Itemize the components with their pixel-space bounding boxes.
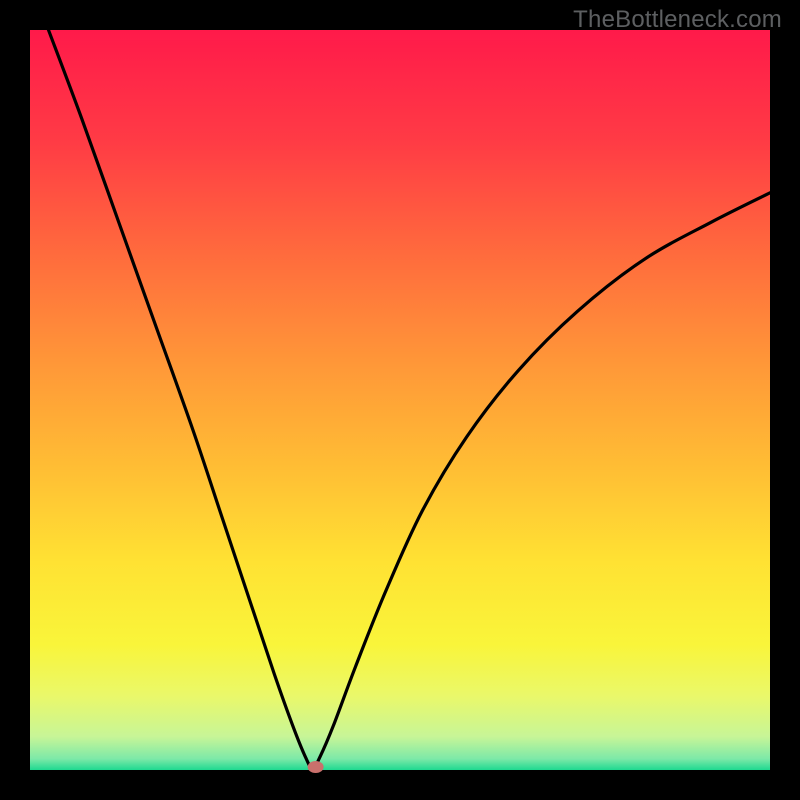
watermark-text: TheBottleneck.com (573, 6, 782, 34)
chart-gradient-background (30, 30, 770, 770)
bottleneck-chart (0, 0, 800, 800)
optimal-point-marker (308, 761, 324, 773)
